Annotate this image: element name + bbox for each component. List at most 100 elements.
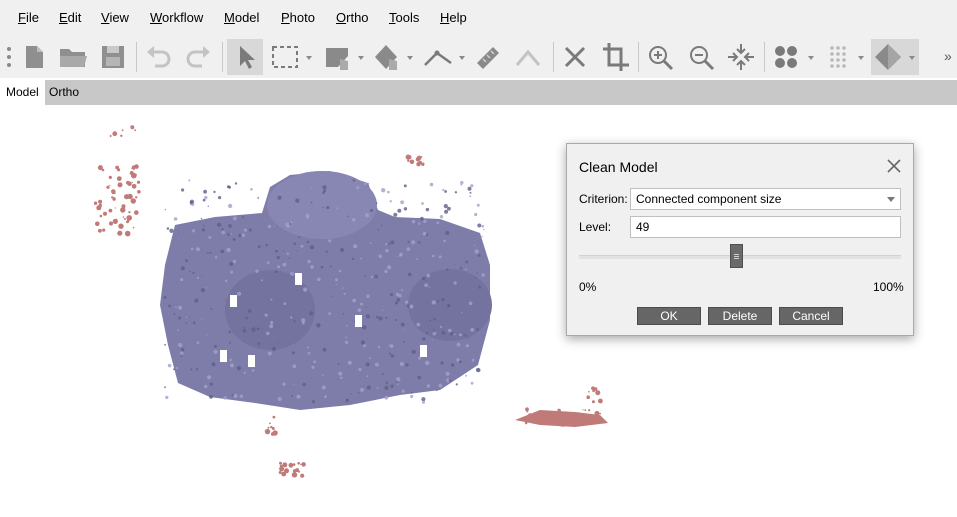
mesh-texture-dot (406, 247, 411, 251)
mesh-texture-dot (270, 321, 274, 325)
stray-fragment (111, 196, 114, 199)
delete-button[interactable]: Delete (708, 307, 772, 325)
mesh-texture-dot (465, 374, 467, 377)
mesh-texture-dot (447, 304, 450, 308)
mesh-texture-dot (422, 231, 427, 236)
mesh-texture-dot (190, 368, 193, 371)
show-grid-icon[interactable] (824, 39, 870, 75)
menu-file[interactable]: File (18, 10, 39, 25)
criterion-select[interactable]: Connected component size (630, 188, 901, 210)
toolbar-overflow-button[interactable]: » (944, 48, 952, 64)
mesh-hole (295, 273, 302, 285)
mesh-texture-dot (395, 381, 398, 383)
stray-fragment (108, 175, 112, 179)
shaded-model-icon[interactable] (871, 39, 919, 75)
mesh-texture-dot (242, 216, 245, 219)
menu-model[interactable]: Model (224, 10, 259, 25)
mesh-texture-dot (307, 351, 311, 355)
mesh-texture-dot (468, 301, 473, 306)
mesh-texture-dot (351, 257, 354, 261)
mesh-texture-dot (275, 249, 278, 253)
mesh-texture-dot (350, 393, 352, 395)
mesh-texture-dot (241, 233, 245, 237)
shape-tool-icon[interactable] (512, 39, 544, 75)
undo-icon[interactable] (142, 39, 174, 75)
redo-icon[interactable] (183, 39, 215, 75)
mesh-texture-dot (436, 299, 439, 303)
menu-workflow[interactable]: Workflow (150, 10, 203, 25)
menu-ortho[interactable]: Ortho (336, 10, 369, 25)
mesh-texture-dot (203, 189, 208, 194)
mesh-texture-dot (282, 262, 287, 267)
mesh-texture-dot (336, 207, 339, 210)
mesh-texture-dot (366, 375, 369, 378)
ok-button[interactable]: OK (637, 307, 701, 325)
mesh-texture-dot (465, 344, 469, 348)
mesh-texture-dot (418, 222, 421, 225)
stray-fragment (300, 473, 305, 478)
mesh-texture-dot (389, 293, 393, 297)
mesh-texture-dot (196, 341, 200, 344)
tab-model[interactable]: Model (0, 80, 45, 105)
rectangle-selection-icon[interactable] (268, 39, 316, 75)
mesh-texture-dot (234, 182, 238, 185)
mesh-texture-dot (248, 228, 252, 232)
new-document-icon[interactable] (18, 39, 50, 75)
close-icon[interactable] (885, 157, 903, 175)
draw-shape-icon[interactable] (320, 39, 368, 75)
navigation-pointer-icon[interactable] (227, 39, 263, 75)
mesh-texture-dot (313, 360, 317, 364)
mesh-texture-dot (425, 279, 427, 282)
mesh-hole (248, 355, 255, 367)
mesh-texture-dot (374, 274, 378, 279)
menu-tools[interactable]: Tools (389, 10, 419, 25)
mesh-texture-dot (465, 260, 469, 264)
stray-fragment (99, 214, 103, 218)
menu-photo[interactable]: Photo (281, 10, 315, 25)
mesh-texture-dot (438, 255, 442, 259)
mesh-texture-dot (267, 351, 272, 356)
mesh-texture-dot (403, 207, 408, 211)
toolbar-grip-icon[interactable] (2, 39, 14, 75)
polyline-icon[interactable] (421, 39, 469, 75)
stray-fragment (130, 198, 136, 204)
save-icon[interactable] (97, 39, 129, 75)
mesh-texture-dot (251, 327, 256, 332)
mesh-texture-dot (228, 224, 232, 228)
mesh-texture-dot (250, 188, 253, 191)
ruler-icon[interactable] (473, 39, 503, 75)
tab-ortho[interactable]: Ortho (43, 80, 85, 105)
mesh-texture-dot (399, 362, 404, 366)
delete-icon[interactable] (559, 39, 591, 75)
mesh-texture-dot (471, 358, 475, 362)
open-folder-icon[interactable] (56, 39, 90, 75)
zoom-out-icon[interactable] (685, 39, 719, 75)
stray-fragment (272, 430, 278, 436)
level-slider-handle[interactable] (730, 244, 744, 268)
stray-fragment (134, 164, 139, 169)
mesh-texture-dot (453, 333, 456, 336)
zoom-in-icon[interactable] (644, 39, 678, 75)
stray-fragment (127, 219, 130, 223)
mesh-texture-dot (302, 382, 306, 387)
mesh-hole (355, 315, 362, 327)
stray-fragment (588, 390, 590, 393)
crop-icon[interactable] (599, 39, 631, 75)
mesh-texture-dot (422, 337, 426, 341)
mesh-texture-dot (322, 206, 324, 209)
menu-edit[interactable]: Edit (59, 10, 81, 25)
mesh-texture-dot (476, 203, 480, 207)
mesh-texture-dot (442, 188, 445, 192)
mesh-texture-dot (384, 269, 388, 274)
stray-fragment (135, 196, 138, 199)
level-input[interactable]: 49 (630, 216, 901, 238)
mesh-texture-dot (377, 345, 381, 349)
mesh-texture-dot (306, 240, 310, 244)
cancel-button[interactable]: Cancel (779, 307, 843, 325)
ruler-point-icon[interactable] (371, 39, 417, 75)
reset-view-icon[interactable] (724, 39, 758, 75)
menu-help[interactable]: Help (440, 10, 467, 25)
mesh-texture-dot (448, 379, 452, 382)
menu-view[interactable]: View (101, 10, 129, 25)
show-points-icon[interactable] (770, 39, 820, 75)
